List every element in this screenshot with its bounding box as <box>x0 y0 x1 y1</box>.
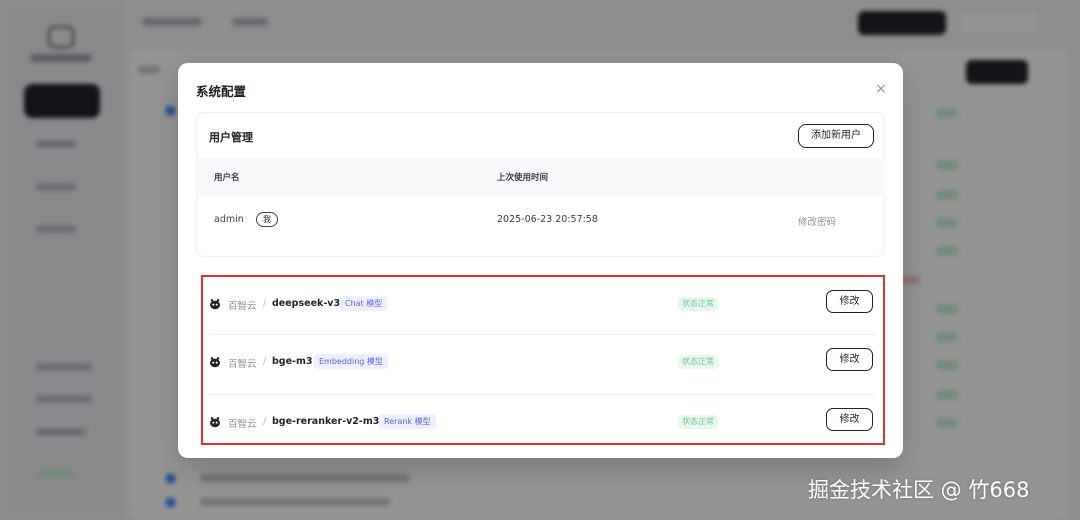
status-badge: 状态正常 <box>678 415 718 429</box>
me-badge: 我 <box>256 212 278 227</box>
column-header-last-used: 上次使用时间 <box>497 173 549 183</box>
separator: / <box>263 298 267 309</box>
watermark: 掘金技术社区 @ 竹668 <box>808 478 1030 502</box>
separator: / <box>263 356 267 367</box>
model-type-tag: Chat 模型 <box>340 296 388 311</box>
system-config-dialog: 系统配置 × 用户管理 添加新用户 用户名 上次使用时间 admin 我 202… <box>178 63 903 458</box>
edit-model-button[interactable]: 修改 <box>826 348 873 371</box>
provider-label: 百智云 <box>228 301 257 312</box>
username-cell: admin <box>214 214 244 225</box>
baidu-paw-icon <box>210 417 220 428</box>
last-used-cell: 2025-06-23 20:57:58 <box>497 214 598 225</box>
baidu-paw-icon <box>210 357 220 368</box>
user-table-header: 用户名 上次使用时间 <box>198 158 885 195</box>
provider-label: 百智云 <box>228 419 257 430</box>
dialog-title: 系统配置 <box>196 84 247 99</box>
change-password-link[interactable]: 修改密码 <box>798 214 836 228</box>
user-management-title: 用户管理 <box>209 131 253 144</box>
baidu-paw-icon <box>210 299 220 310</box>
model-type-tag: Embedding 模型 <box>314 354 388 369</box>
model-name: deepseek-v3 <box>272 298 341 309</box>
model-name: bge-reranker-v2-m3 <box>272 416 380 427</box>
table-row: admin 我 2025-06-23 20:57:58 修改密码 <box>198 195 885 245</box>
edit-model-button[interactable]: 修改 <box>826 290 873 313</box>
model-type-tag: Rerank 模型 <box>379 414 436 429</box>
model-row: 百智云 / bge-m3 Embedding 模型 状态正常 修改 <box>203 335 883 395</box>
user-management-card: 用户管理 添加新用户 用户名 上次使用时间 admin 我 2025-06-23… <box>196 112 885 257</box>
model-list-highlight: 百智云 / deepseek-v3 Chat 模型 状态正常 修改 百智云 / … <box>201 275 885 445</box>
separator: / <box>263 416 267 427</box>
edit-model-button[interactable]: 修改 <box>826 408 873 431</box>
close-icon[interactable]: × <box>872 80 890 98</box>
model-name: bge-m3 <box>272 356 313 367</box>
model-row: 百智云 / deepseek-v3 Chat 模型 状态正常 修改 <box>203 277 883 335</box>
add-user-button[interactable]: 添加新用户 <box>798 124 874 148</box>
status-badge: 状态正常 <box>678 355 718 369</box>
column-header-username: 用户名 <box>214 173 240 183</box>
provider-label: 百智云 <box>228 359 257 370</box>
status-badge: 状态正常 <box>678 297 718 311</box>
model-row: 百智云 / bge-reranker-v2-m3 Rerank 模型 状态正常 … <box>203 395 883 445</box>
